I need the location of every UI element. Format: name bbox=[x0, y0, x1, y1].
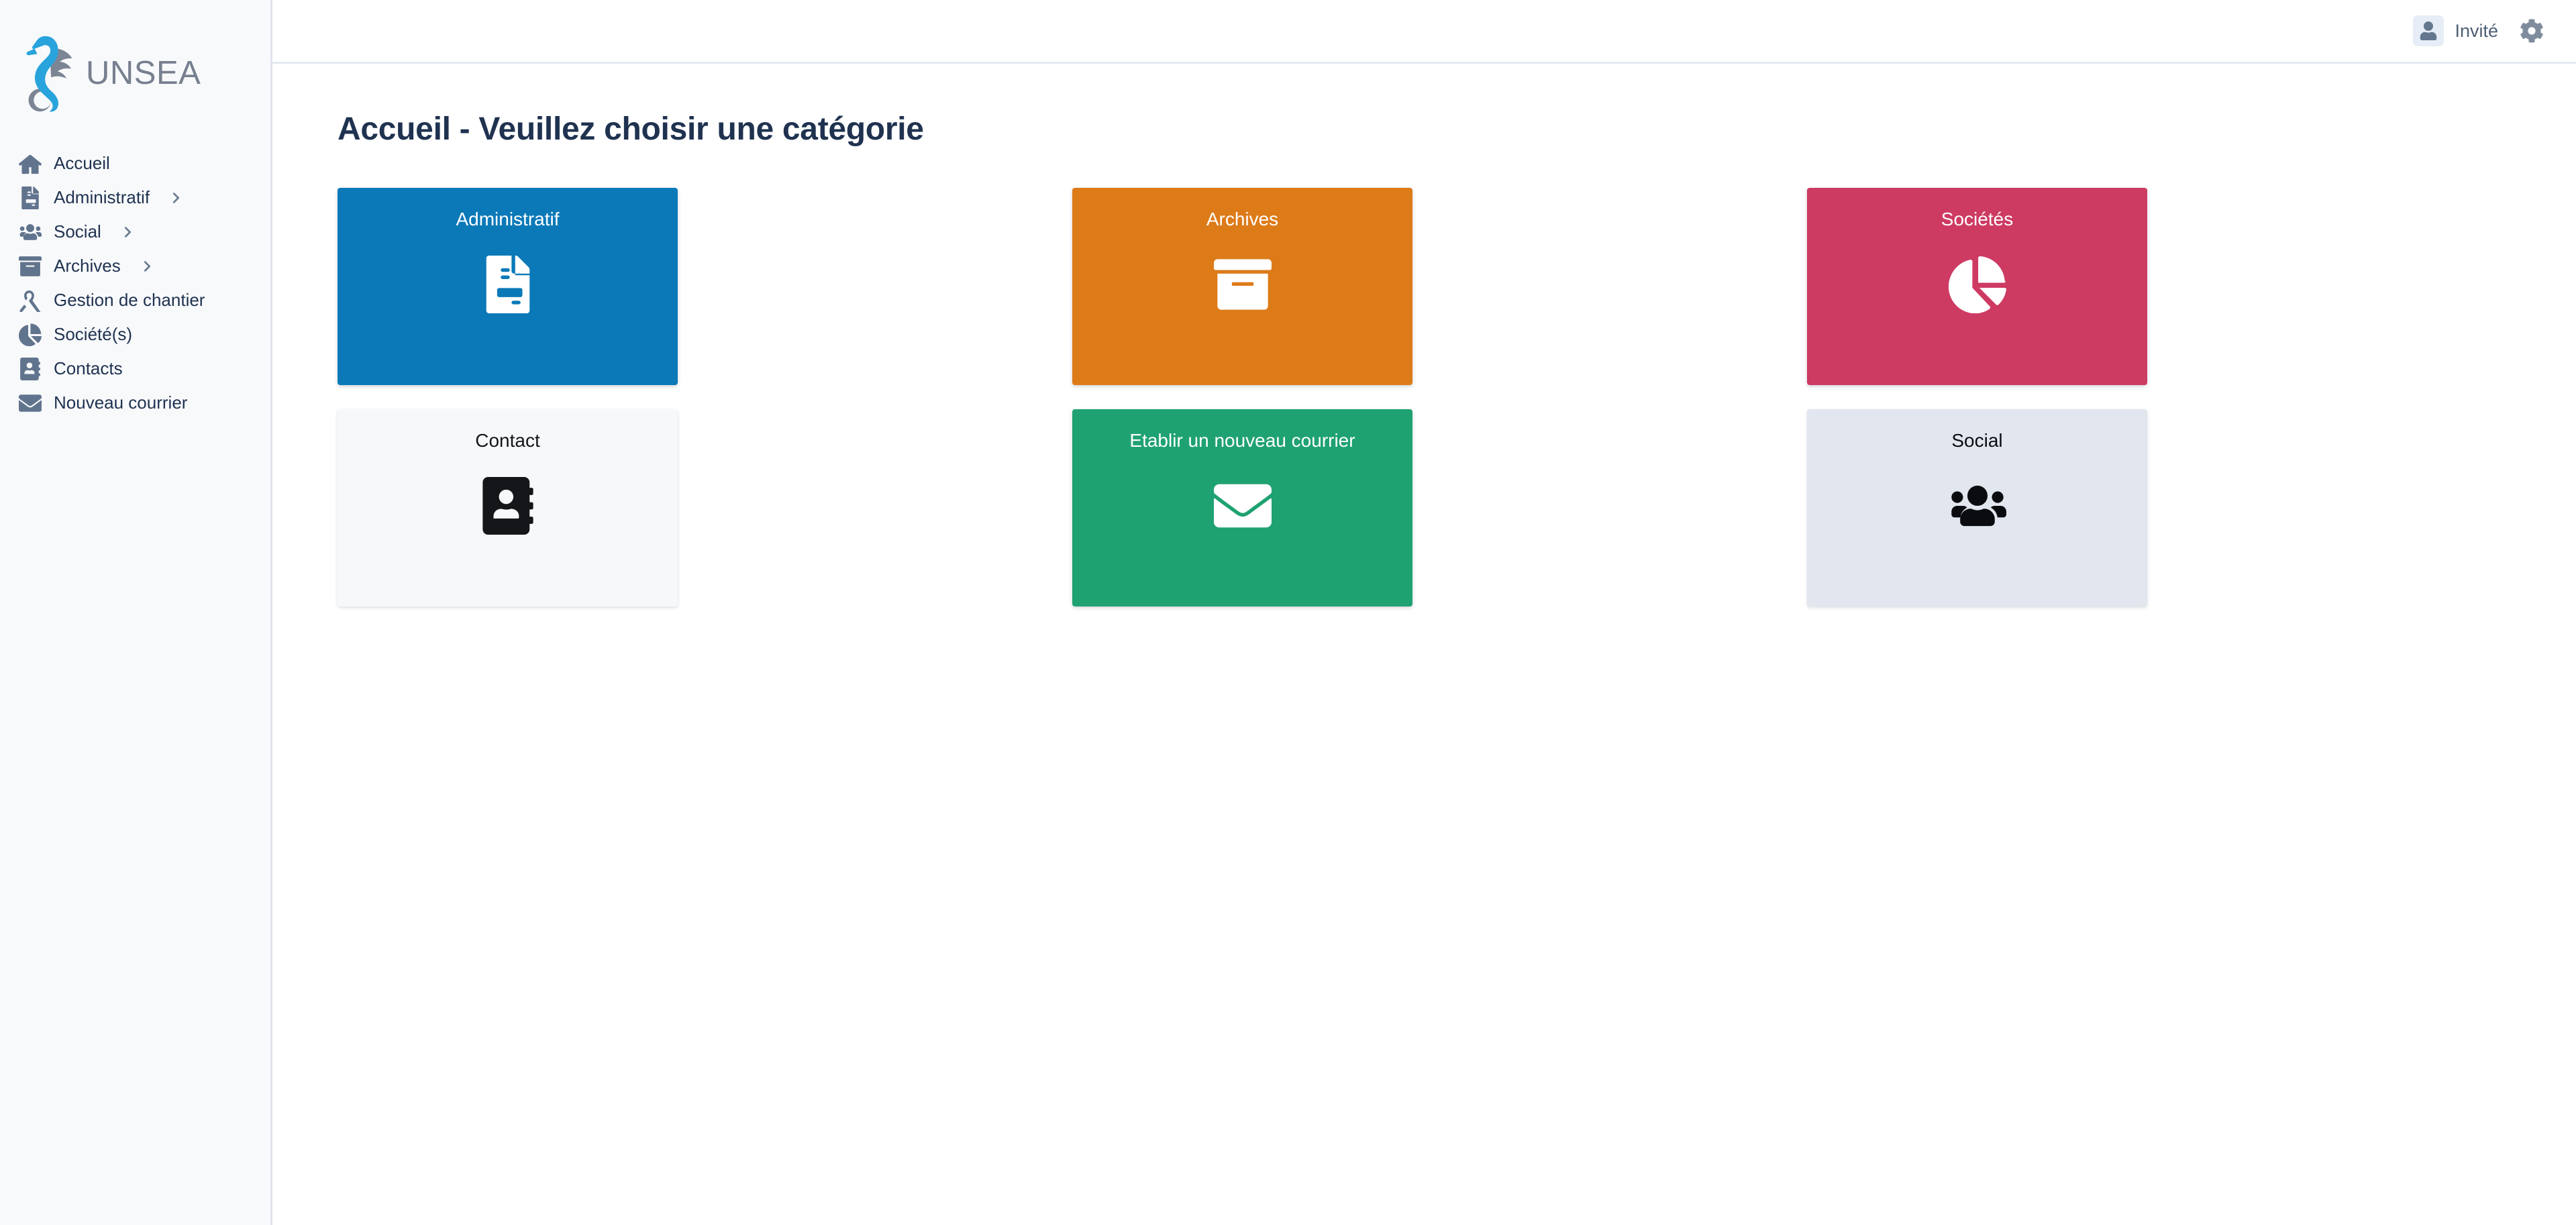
pie-chart-icon bbox=[1949, 256, 2006, 313]
file-lines-icon bbox=[19, 187, 42, 209]
brand-wordmark: UNSEA bbox=[86, 54, 201, 91]
sidebar-item-label: Contacts bbox=[54, 358, 123, 378]
sidebar-item-label: Société(s) bbox=[54, 324, 133, 344]
sidebar-item-label: Archives bbox=[54, 256, 121, 276]
sidebar-item-label: Social bbox=[54, 221, 101, 242]
top-header: Invité bbox=[272, 0, 2576, 64]
user-menu[interactable]: Invité bbox=[2413, 15, 2498, 46]
tile-label: Sociétés bbox=[1941, 209, 2014, 229]
category-tile-contact[interactable]: Contact bbox=[338, 409, 678, 606]
category-tile-societes[interactable]: Sociétés bbox=[1807, 188, 2147, 385]
user-name-label: Invité bbox=[2455, 20, 2498, 41]
category-grid: Administratif Archives Sociétés Contact bbox=[338, 188, 2576, 606]
sidebar-item-label: Accueil bbox=[54, 153, 110, 173]
chevron-right-icon[interactable] bbox=[140, 259, 154, 274]
seahorse-logo-icon bbox=[24, 34, 76, 113]
sidebar-item-label: Administratif bbox=[54, 187, 150, 207]
sidebar-item-accueil[interactable]: Accueil bbox=[0, 146, 270, 180]
sidebar-item-label: Gestion de chantier bbox=[54, 290, 205, 310]
envelope-icon bbox=[1214, 477, 1272, 535]
chevron-right-icon[interactable] bbox=[120, 225, 135, 239]
page-content: Accueil - Veuillez choisir une catégorie… bbox=[272, 64, 2576, 606]
sidebar-item-archives[interactable]: Archives bbox=[0, 249, 270, 283]
sidebar-item-label: Nouveau courrier bbox=[54, 392, 188, 413]
person-icon bbox=[2413, 15, 2444, 46]
sidebar: UNSEA Accueil Administratif Social Archi… bbox=[0, 0, 272, 1225]
compass-drafting-icon bbox=[19, 289, 42, 312]
sidebar-item-gestion-de-chantier[interactable]: Gestion de chantier bbox=[0, 283, 270, 317]
category-tile-nouveau-courrier[interactable]: Etablir un nouveau courrier bbox=[1072, 409, 1412, 606]
page-title: Accueil - Veuillez choisir une catégorie bbox=[338, 111, 924, 147]
app-root: UNSEA Accueil Administratif Social Archi… bbox=[0, 0, 2576, 1225]
sidebar-item-contacts[interactable]: Contacts bbox=[0, 352, 270, 386]
archive-box-icon bbox=[19, 255, 42, 278]
archive-box-icon bbox=[1214, 256, 1272, 313]
file-lines-icon bbox=[479, 256, 537, 313]
users-icon bbox=[19, 221, 42, 244]
category-tile-archives[interactable]: Archives bbox=[1072, 188, 1412, 385]
address-book-icon bbox=[479, 477, 537, 535]
tile-label: Social bbox=[1951, 430, 2003, 451]
settings-button[interactable] bbox=[2516, 15, 2548, 47]
sidebar-item-social[interactable]: Social bbox=[0, 215, 270, 249]
home-icon bbox=[19, 152, 42, 175]
sidebar-item-administratif[interactable]: Administratif bbox=[0, 180, 270, 215]
tile-label: Etablir un nouveau courrier bbox=[1129, 430, 1355, 451]
main-area: Invité Accueil - Veuillez choisir une ca… bbox=[272, 0, 2576, 1225]
tile-label: Archives bbox=[1206, 209, 1279, 229]
tile-label: Contact bbox=[475, 430, 540, 451]
brand-logo[interactable]: UNSEA bbox=[0, 0, 270, 127]
tile-label: Administratif bbox=[456, 209, 560, 229]
category-tile-administratif[interactable]: Administratif bbox=[338, 188, 678, 385]
category-tile-social[interactable]: Social bbox=[1807, 409, 2147, 606]
gear-icon bbox=[2520, 19, 2544, 43]
sidebar-item-nouveau-courrier[interactable]: Nouveau courrier bbox=[0, 386, 270, 420]
sidebar-item-societes[interactable]: Société(s) bbox=[0, 317, 270, 352]
address-book-icon bbox=[19, 358, 42, 380]
users-icon bbox=[1949, 477, 2006, 535]
envelope-icon bbox=[19, 392, 42, 415]
sidebar-nav: Accueil Administratif Social Archives Ge… bbox=[0, 127, 270, 420]
chevron-right-icon[interactable] bbox=[168, 191, 183, 205]
pie-chart-icon bbox=[19, 323, 42, 346]
